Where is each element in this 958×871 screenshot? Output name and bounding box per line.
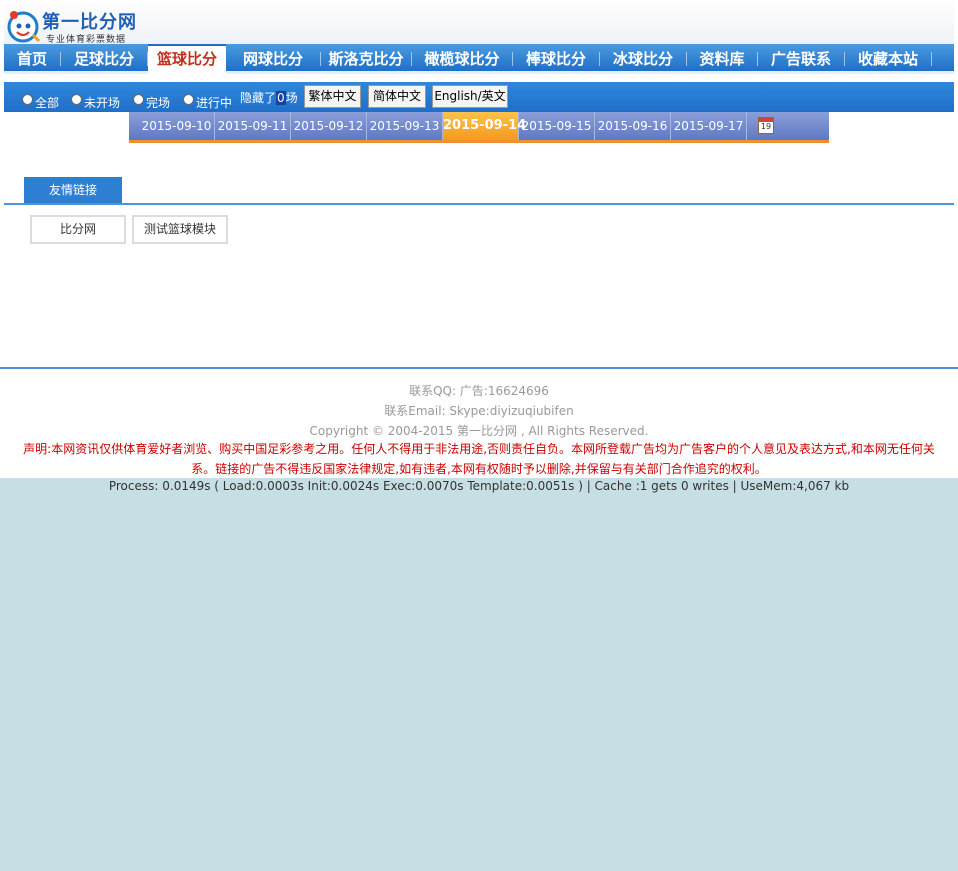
nav-item-database[interactable]: 资料库 — [687, 44, 757, 74]
date-tab[interactable]: 2015-09-12 — [291, 112, 367, 140]
date-tab[interactable]: 2015-09-16 — [595, 112, 671, 140]
nav-item-basketball[interactable]: 篮球比分 — [148, 44, 226, 74]
tab-friendly-links[interactable]: 友情链接 — [24, 177, 122, 203]
date-tab[interactable]: 2015-09-11 — [215, 112, 291, 140]
footer-copyright: Copyright © 2004-2015 第一比分网 , All Rights… — [309, 424, 649, 438]
nav-item-snooker[interactable]: 斯洛克比分 — [321, 44, 411, 74]
page: 第一比分网 专业体育彩票数据 首页 足球比分 篮球比分 网球比分 斯洛克比分 橄… — [0, 0, 958, 478]
hidden-suffix: 场 — [285, 91, 298, 105]
date-tab[interactable]: 2015-09-15 — [519, 112, 595, 140]
disclaimer-line: 系。链接的广告不得违反国家法律规定,如有违者,本网有权随时予以删除,并保留与有关… — [191, 462, 767, 476]
date-tab[interactable]: 2015-09-13 — [367, 112, 443, 140]
calendar-icon: 19 — [758, 117, 774, 134]
filter-bar: 全部 未开场 完场 进行中 隐藏了0场 繁体中文 简体中文 English/英文 — [4, 82, 954, 112]
process-stats: Process: 0.0149s ( Load:0.0003s Init:0.0… — [108, 479, 850, 493]
site-header: 第一比分网 专业体育彩票数据 — [4, 4, 954, 45]
radio-label: 全部 — [35, 96, 60, 110]
radio-all[interactable]: 全部 — [22, 91, 60, 110]
nav-item-home[interactable]: 首页 — [4, 44, 60, 74]
hidden-count[interactable]: 0 — [276, 91, 286, 105]
footer-disclaimer: 声明:本网资讯仅供体育爱好者浏览、购买中国足彩参考之用。任何人不得用于非法用途,… — [8, 439, 950, 479]
site-logo[interactable]: 第一比分网 专业体育彩票数据 — [6, 5, 146, 45]
radio-not-started[interactable]: 未开场 — [71, 91, 121, 110]
traditional-chinese-button[interactable]: 繁体中文 — [304, 85, 361, 108]
nav-item-bookmark[interactable]: 收藏本站 — [845, 44, 931, 74]
simplified-chinese-button[interactable]: 简体中文 — [368, 85, 426, 108]
nav-item-tennis[interactable]: 网球比分 — [226, 44, 320, 74]
hidden-prefix: 隐藏了 — [240, 91, 277, 105]
radio-circle-icon — [133, 94, 144, 105]
nav-item-ads[interactable]: 广告联系 — [758, 44, 844, 74]
logo-mascot-icon — [7, 11, 40, 43]
nav-item-hockey[interactable]: 冰球比分 — [600, 44, 686, 74]
radio-finished[interactable]: 完场 — [133, 91, 171, 110]
radio-label: 进行中 — [196, 96, 233, 110]
date-tab[interactable]: 2015-09-10 — [139, 112, 215, 140]
footer-divider — [0, 367, 958, 369]
footer-qq: 联系QQ: 广告:16624696 — [409, 384, 549, 398]
radio-label: 未开场 — [84, 96, 121, 110]
footer-email: 联系Email: Skype:diyizuqiubifen — [384, 404, 574, 418]
nav-item-baseball[interactable]: 棒球比分 — [513, 44, 599, 74]
disclaimer-line: 声明:本网资讯仅供体育爱好者浏览、购买中国足彩参考之用。任何人不得用于非法用途,… — [23, 442, 935, 456]
date-tab-active[interactable]: 2015-09-14 — [443, 112, 526, 140]
radio-in-progress[interactable]: 进行中 — [183, 91, 233, 110]
calendar-day: 19 — [760, 122, 772, 131]
date-bar: 2015-09-10 2015-09-11 2015-09-12 2015-09… — [129, 112, 829, 143]
link-test-basketball[interactable]: 测试篮球模块 — [132, 215, 228, 244]
hidden-games-note: 隐藏了0场 — [240, 89, 298, 106]
tab-divider — [4, 203, 954, 205]
calendar-button[interactable]: 19 — [747, 112, 787, 140]
link-bifenwang[interactable]: 比分网 — [30, 215, 126, 244]
logo-title: 第一比分网 — [42, 12, 137, 33]
nav-item-football[interactable]: 足球比分 — [61, 44, 147, 74]
date-tab[interactable]: 2015-09-17 — [671, 112, 747, 140]
radio-circle-icon — [183, 94, 194, 105]
nav-divider — [931, 52, 932, 66]
main-nav: 首页 足球比分 篮球比分 网球比分 斯洛克比分 橄榄球比分 棒球比分 冰球比分 … — [4, 44, 954, 74]
nav-item-rugby[interactable]: 橄榄球比分 — [412, 44, 512, 74]
english-button[interactable]: English/英文 — [432, 85, 508, 108]
radio-label: 完场 — [146, 96, 171, 110]
radio-circle-icon — [71, 94, 82, 105]
radio-circle-icon — [22, 94, 33, 105]
